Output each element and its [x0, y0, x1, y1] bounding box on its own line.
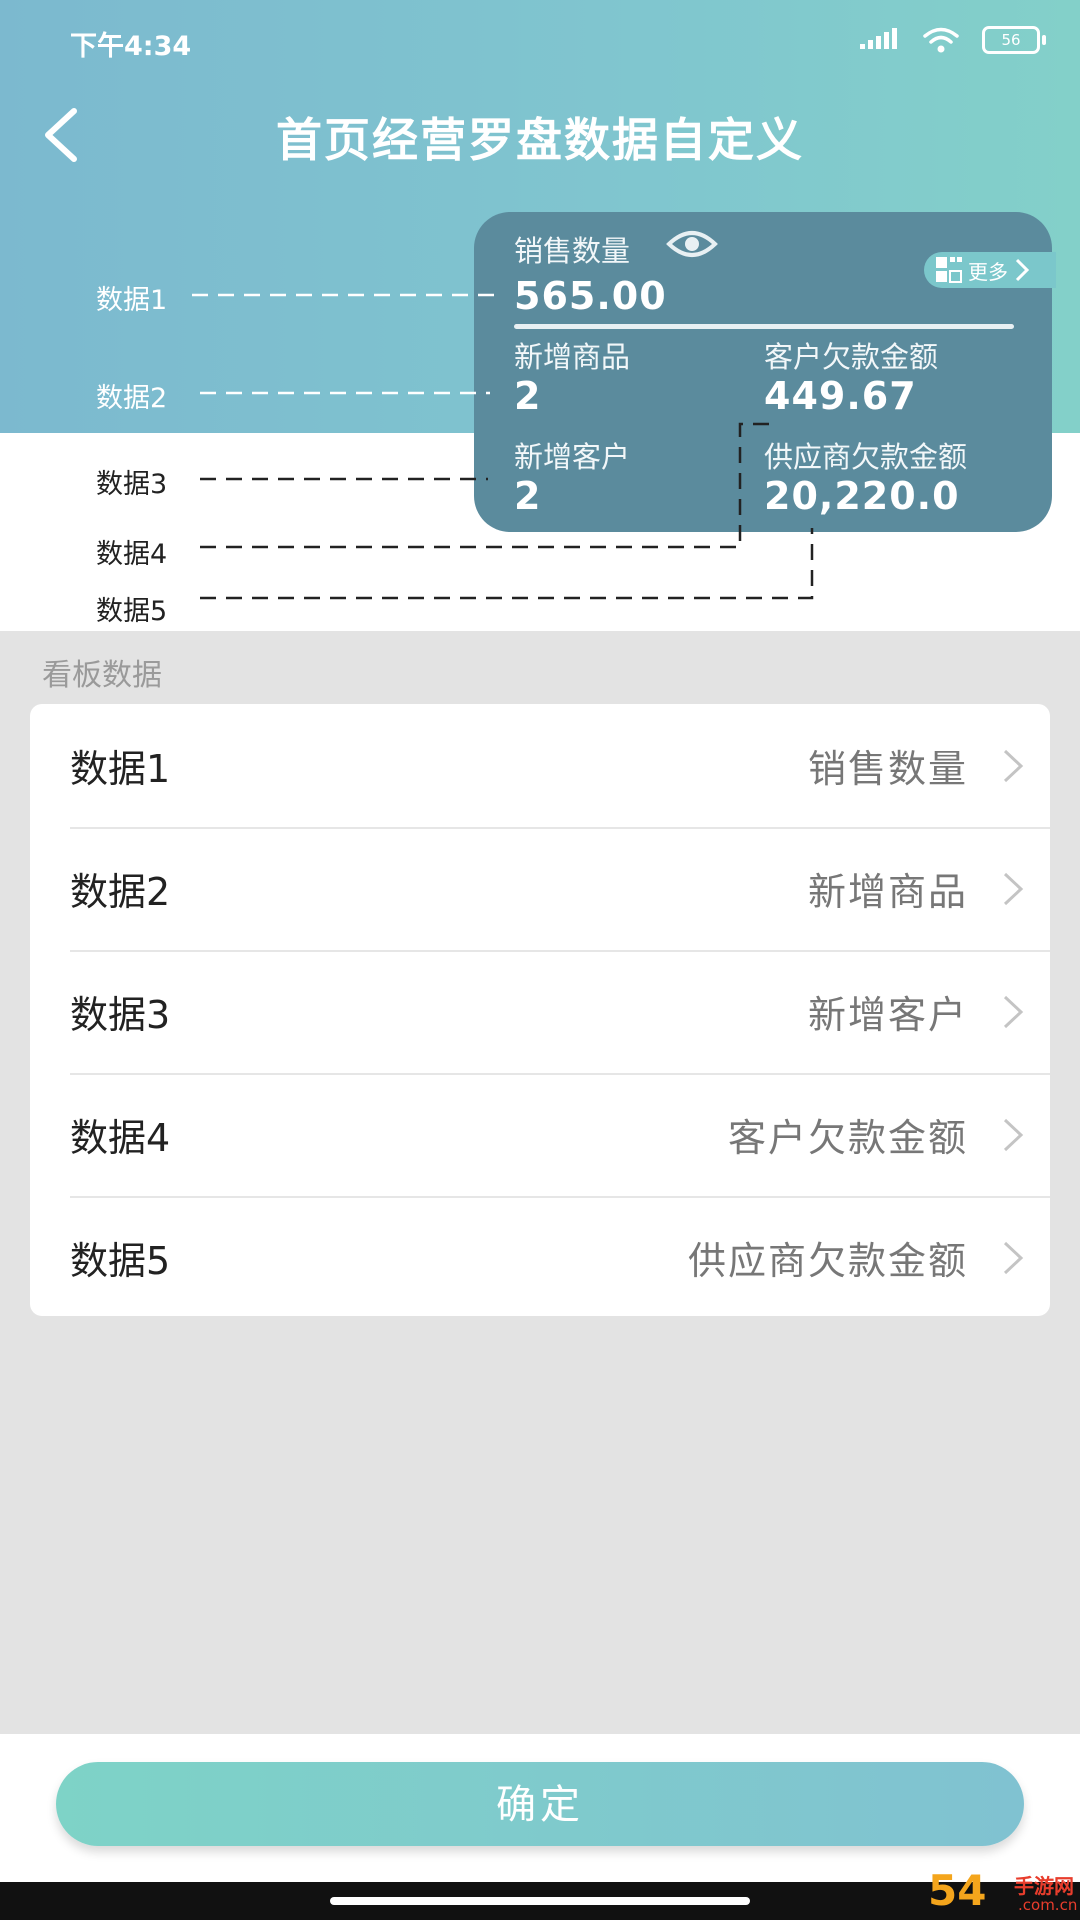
row-name: 数据3 — [70, 993, 171, 1037]
row-name: 数据1 — [70, 747, 171, 791]
chevron-right-icon — [1003, 1241, 1024, 1275]
list-item[interactable]: 数据1 销售数量 — [30, 704, 1050, 827]
watermark-logo: 54 手游网 .com.cn — [928, 1866, 1080, 1920]
row-value: 新增客户 — [807, 993, 968, 1037]
chevron-right-icon — [1003, 872, 1024, 906]
row-value: 客户欠款金额 — [727, 1116, 968, 1160]
watermark-sub: .com.cn — [1018, 1896, 1078, 1914]
leader-line-4 — [200, 422, 770, 549]
leader-line-5 — [200, 528, 814, 600]
chevron-right-icon — [1003, 995, 1024, 1029]
row-name: 数据5 — [70, 1239, 171, 1283]
row-name: 数据4 — [70, 1116, 171, 1160]
row-name: 数据2 — [70, 870, 171, 914]
dashboard-data-list: 数据1 销售数量 数据2 新增商品 数据3 新增客户 数据4 客户欠款金额 数据… — [30, 704, 1050, 1316]
list-item[interactable]: 数据5 供应商欠款金额 — [30, 1196, 1050, 1319]
list-item[interactable]: 数据3 新增客户 — [30, 950, 1050, 1073]
watermark-number: 54 — [928, 1866, 987, 1915]
chevron-right-icon — [1003, 749, 1024, 783]
home-indicator[interactable] — [330, 1897, 750, 1905]
list-item[interactable]: 数据4 客户欠款金额 — [30, 1073, 1050, 1196]
chevron-right-icon — [1003, 1118, 1024, 1152]
row-value: 销售数量 — [807, 747, 968, 791]
section-label: 看板数据 — [42, 658, 162, 693]
confirm-button[interactable]: 确定 — [56, 1762, 1024, 1846]
row-value: 新增商品 — [807, 870, 968, 914]
watermark-text: 手游网 — [1014, 1874, 1074, 1898]
row-value: 供应商欠款金额 — [687, 1239, 968, 1283]
list-item[interactable]: 数据2 新增商品 — [30, 827, 1050, 950]
annotation-lines — [192, 293, 814, 600]
